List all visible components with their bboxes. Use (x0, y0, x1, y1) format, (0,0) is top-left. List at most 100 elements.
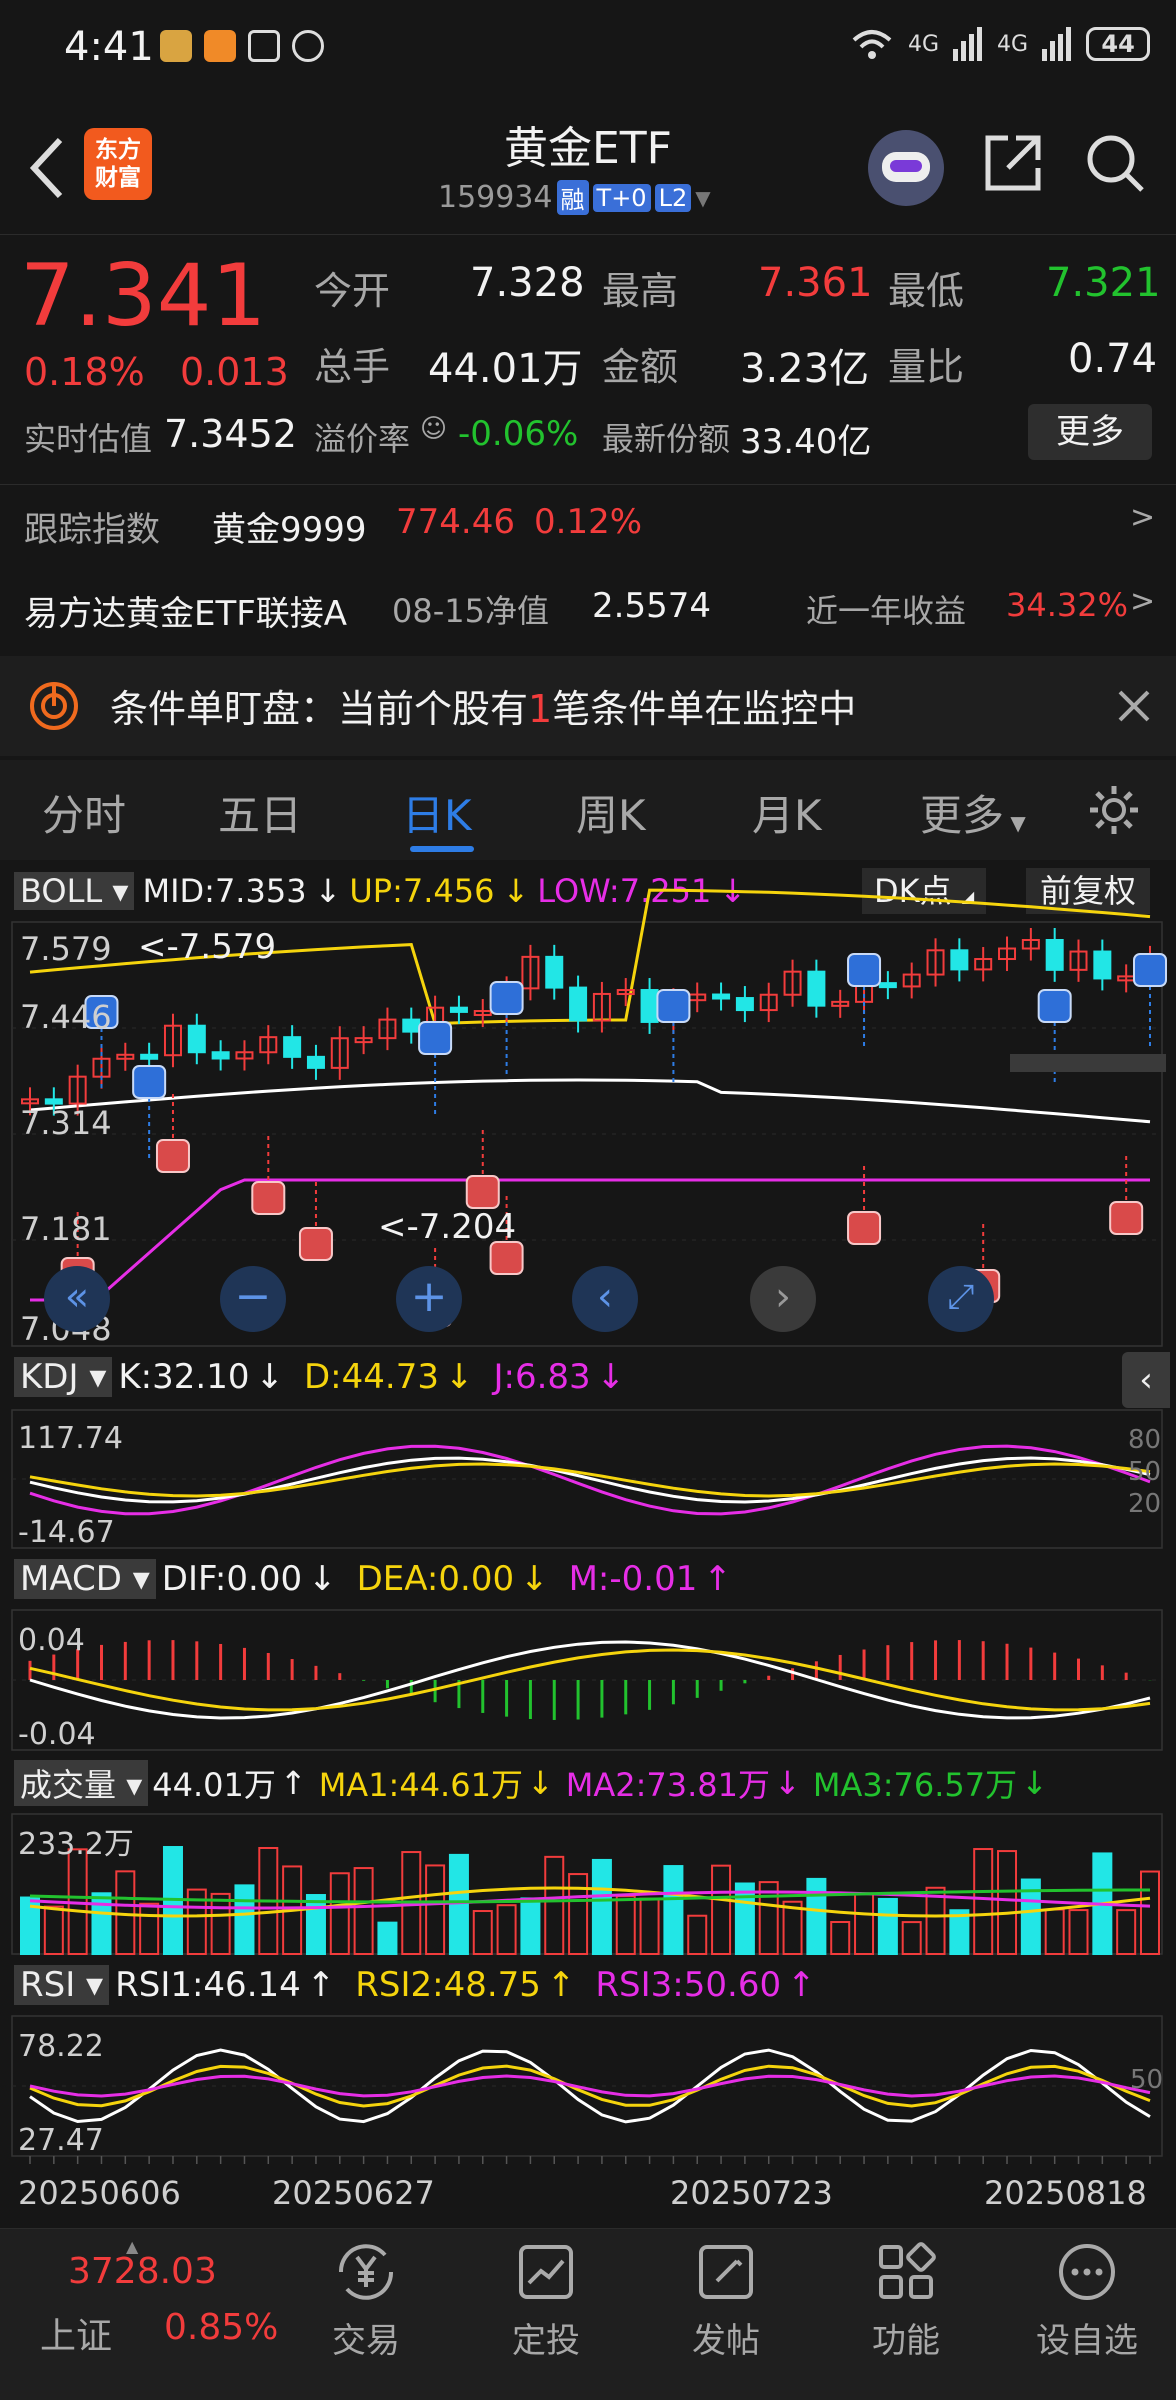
more-dots-icon (1059, 2244, 1115, 2300)
volume-bar (615, 1895, 636, 1956)
volume-bar (830, 1921, 851, 1956)
candle-body (44, 1098, 63, 1105)
candle-body (640, 989, 659, 1023)
volume-bar (329, 1872, 350, 1955)
volume-bar (425, 1864, 446, 1956)
sell-signal-marker (489, 981, 524, 1015)
buy-signal-marker (1109, 1201, 1144, 1235)
date-label: 20250818 (984, 2174, 1147, 2212)
candle-body (306, 1055, 325, 1069)
scroll-right-button[interactable]: › (750, 1266, 816, 1332)
candle-body (449, 1006, 468, 1013)
kdj-y-top: 117.74 (18, 1421, 123, 1456)
sell-signal-marker (1037, 989, 1072, 1023)
volume-bar (1116, 1909, 1137, 1955)
sell-signal-marker (1133, 953, 1167, 987)
candle-body (140, 1053, 159, 1060)
kdj-d-line (29, 1462, 1151, 1498)
volume-bar (711, 1864, 732, 1956)
candle-body (545, 955, 564, 989)
volume-bar (210, 1892, 231, 1955)
volume-bar (806, 1877, 827, 1955)
sell-signal-marker (132, 1065, 167, 1099)
index-ticker[interactable]: ▲ 3728.03 上证 0.85% (0, 2229, 278, 2400)
nav-post[interactable]: 发帖 (670, 2239, 782, 2389)
macd-y-top: 0.04 (18, 1623, 85, 1658)
low-price-note: <-7.204 (378, 1207, 516, 1247)
nav-plan[interactable]: 定投 (490, 2239, 602, 2389)
zoom-in-button[interactable]: + (396, 1266, 462, 1332)
minus-icon: − (234, 1271, 272, 1322)
kdj-level: 20 (1128, 1489, 1161, 1519)
candle-body (187, 1024, 206, 1054)
kline-chart[interactable]: 7.579 7.446 7.314 7.181 7.048 <-7.579 <-… (0, 0, 1176, 2400)
volume-bar (639, 1897, 660, 1955)
candle-body (878, 982, 897, 989)
volume-bar (520, 1897, 541, 1956)
candle-body (807, 970, 826, 1007)
boll-y-label: 7.314 (20, 1104, 112, 1142)
kdj-level: 80 (1128, 1425, 1161, 1455)
candle-body (211, 1051, 230, 1060)
sell-signal-marker (847, 953, 882, 987)
volume-bar (901, 1921, 922, 1955)
buy-signal-marker (465, 1175, 500, 1209)
volume-bar (496, 1904, 517, 1955)
fullscreen-button[interactable]: ⤢ (928, 1266, 994, 1332)
high-price-note: <-7.579 (138, 927, 276, 967)
nav-label: 发帖 (692, 2321, 760, 2361)
date-label: 20250723 (670, 2174, 833, 2212)
zoom-out-button[interactable]: − (220, 1266, 286, 1332)
candle-body (950, 949, 969, 971)
volume-bar (973, 1848, 994, 1956)
nav-functions[interactable]: 功能 (850, 2239, 962, 2389)
volume-bar (544, 1855, 565, 1955)
chart-trend-icon (519, 2245, 573, 2299)
rsi-y-bottom: 27.47 (18, 2123, 104, 2158)
buy-signal-marker (155, 1139, 190, 1173)
buy-signal-marker (298, 1227, 333, 1261)
boll-y-label: 7.181 (20, 1210, 112, 1248)
volume-bar (568, 1873, 589, 1956)
chevron-right-icon: › (775, 1274, 791, 1320)
volume-bar (139, 1902, 160, 1956)
volume-bar (734, 1882, 755, 1955)
volume-bar (305, 1894, 326, 1956)
volume-bar (997, 1850, 1018, 1955)
candle-body (402, 1018, 421, 1033)
compose-icon (699, 2245, 753, 2299)
volume-bar (91, 1892, 112, 1956)
nav-label: 设自选 (1036, 2321, 1138, 2361)
volume-y-top: 233.2万 (18, 1827, 134, 1862)
candle-body (735, 997, 754, 1012)
candle-body (283, 1036, 302, 1058)
expand-icon: ⤢ (947, 1277, 975, 1317)
boll-mid-line (29, 1078, 1151, 1124)
scroll-left-button[interactable]: ‹ (572, 1266, 638, 1332)
volume-bar (591, 1858, 612, 1955)
kdj-y-bottom: -14.67 (18, 1515, 115, 1550)
nav-label: 定投 (512, 2321, 580, 2361)
volume-bar (854, 1892, 875, 1956)
rsi-y-top: 78.22 (18, 2029, 104, 2064)
plus-icon: + (410, 1271, 448, 1322)
nav-trade[interactable]: 交易 (310, 2239, 422, 2389)
volume-bar (1140, 1870, 1160, 1956)
bottom-nav: ▲ 3728.03 上证 0.85% 交易 定投 发帖 功能 设自选 (0, 2228, 1176, 2400)
volume-bar (1044, 1908, 1065, 1956)
boll-y-label: 7.579 (20, 930, 112, 968)
zoom-first-button[interactable]: « (44, 1266, 110, 1332)
nav-add-watchlist[interactable]: 设自选 (1024, 2239, 1150, 2389)
volume-bar (377, 1921, 398, 1955)
index-value: 3728.03 (68, 2251, 217, 2292)
candle-body (1045, 939, 1064, 971)
date-label: 20250606 (18, 2174, 181, 2212)
macd-y-bottom: -0.04 (18, 1717, 96, 1752)
volume-bar (353, 1867, 374, 1955)
date-label: 20250627 (272, 2174, 435, 2212)
boll-y-label: 7.446 (20, 998, 112, 1036)
chevron-left-icon: ‹ (597, 1274, 613, 1320)
volume-bar (1068, 1909, 1089, 1955)
nav-label: 交易 (332, 2321, 400, 2361)
sell-signal-marker (418, 1021, 453, 1055)
